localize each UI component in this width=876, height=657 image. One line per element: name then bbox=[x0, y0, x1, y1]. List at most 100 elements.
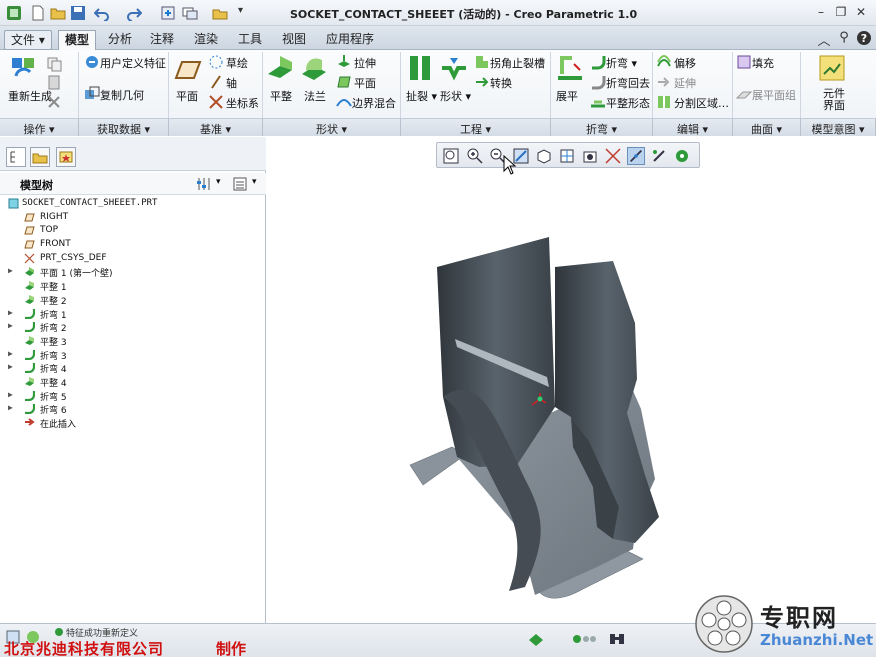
saved-orientations-icon[interactable] bbox=[558, 147, 576, 165]
tree-item[interactable]: ▶ 折弯 5 bbox=[4, 389, 262, 403]
collapse-ribbon-icon[interactable]: ︿ bbox=[816, 30, 832, 49]
expand-arrow-icon[interactable]: ▶ bbox=[8, 362, 18, 371]
group-shapes[interactable]: 形状 ▾ bbox=[263, 118, 401, 136]
tab-tools[interactable]: 工具 bbox=[232, 30, 268, 50]
surface-plane-icon[interactable] bbox=[336, 74, 352, 90]
boundary-blend-button[interactable]: 边界混合 bbox=[352, 95, 396, 111]
copy-icon[interactable] bbox=[46, 56, 62, 72]
convert-icon[interactable] bbox=[474, 74, 490, 90]
expand-arrow-icon[interactable]: ▶ bbox=[8, 308, 18, 317]
boundary-blend-icon[interactable] bbox=[336, 94, 352, 110]
tree-root-item[interactable]: SOCKET_CONTACT_SHEEET.PRT bbox=[4, 197, 262, 211]
axis-display-icon[interactable] bbox=[627, 147, 645, 165]
surface-plane-button[interactable]: 平面 bbox=[354, 75, 376, 91]
regenerate-status-icon[interactable] bbox=[527, 632, 545, 648]
group-editing[interactable]: 编辑 ▾ bbox=[653, 118, 733, 136]
form-icon[interactable] bbox=[440, 54, 468, 82]
expand-arrow-icon[interactable]: ▶ bbox=[8, 403, 18, 412]
group-operations[interactable]: 操作 ▾ bbox=[0, 118, 79, 136]
tab-view[interactable]: 视图 bbox=[276, 30, 312, 50]
tree-item[interactable]: ▶ 折弯 1 bbox=[4, 307, 262, 321]
offset-icon[interactable] bbox=[656, 54, 672, 70]
fill-icon[interactable] bbox=[736, 54, 752, 70]
help-icon[interactable]: ? bbox=[856, 30, 872, 46]
corner-relief-icon[interactable] bbox=[474, 54, 490, 70]
tree-item[interactable]: PRT_CSYS_DEF bbox=[4, 252, 262, 266]
csys-button[interactable]: 坐标系 bbox=[226, 95, 259, 111]
flat-button[interactable]: 平整 bbox=[270, 88, 292, 104]
model-tree-tab[interactable] bbox=[6, 147, 26, 167]
tree-item[interactable]: FRONT bbox=[4, 238, 262, 252]
sketch-button[interactable]: 草绘 bbox=[226, 55, 248, 71]
tree-item[interactable]: ▶ 折弯 6 bbox=[4, 402, 262, 416]
tree-item[interactable]: 平整 3 bbox=[4, 334, 262, 348]
unbend-icon[interactable] bbox=[556, 54, 584, 82]
favorites-tab[interactable] bbox=[56, 147, 76, 167]
tree-item[interactable]: ▶ 平面 1 (第一个壁) bbox=[4, 265, 262, 279]
expand-arrow-icon[interactable]: ▶ bbox=[8, 321, 18, 330]
tab-annotate[interactable]: 注释 bbox=[144, 30, 180, 50]
copy-geometry-button[interactable]: 复制几何 bbox=[100, 87, 144, 103]
split-area-button[interactable]: 分割区域… bbox=[674, 95, 729, 111]
flange-icon[interactable] bbox=[300, 54, 328, 82]
close-window-icon[interactable] bbox=[212, 5, 228, 21]
group-engineering[interactable]: 工程 ▾ bbox=[401, 118, 551, 136]
graphics-area[interactable] bbox=[267, 137, 876, 623]
tree-item[interactable]: ▶ 折弯 3 bbox=[4, 348, 262, 362]
bend-icon[interactable] bbox=[590, 54, 606, 70]
save-icon[interactable] bbox=[70, 5, 86, 21]
flat-pattern-button[interactable]: 平整形态 bbox=[606, 95, 650, 111]
view-manager-icon[interactable] bbox=[581, 147, 599, 165]
datum-display-icon[interactable] bbox=[604, 147, 622, 165]
axis-icon[interactable] bbox=[208, 74, 224, 90]
bend-back-button[interactable]: 折弯回去 bbox=[606, 75, 650, 91]
display-style-icon[interactable] bbox=[535, 147, 553, 165]
point-display-icon[interactable] bbox=[650, 147, 668, 165]
group-model-intent[interactable]: 模型意图 ▾ bbox=[801, 118, 876, 136]
fill-button[interactable]: 填充 bbox=[752, 55, 774, 71]
folder-browser-tab[interactable] bbox=[30, 147, 50, 167]
show-dropdown-icon[interactable]: ▾ bbox=[252, 177, 257, 187]
udf-icon[interactable] bbox=[84, 54, 100, 70]
tree-item[interactable]: 平整 1 bbox=[4, 279, 262, 293]
rip-button[interactable]: 扯裂 ▾ bbox=[406, 88, 437, 104]
new-file-icon[interactable] bbox=[30, 5, 46, 21]
tree-item[interactable]: 在此插入 bbox=[4, 416, 262, 430]
restore-icon[interactable]: ❐ bbox=[832, 5, 850, 21]
tab-analysis[interactable]: 分析 bbox=[102, 30, 138, 50]
sheet-metal-model[interactable] bbox=[397, 227, 817, 617]
tree-item[interactable]: 平整 4 bbox=[4, 375, 262, 389]
regenerate-icon[interactable] bbox=[10, 54, 38, 82]
refit-icon[interactable] bbox=[442, 147, 460, 165]
group-bends[interactable]: 折弯 ▾ bbox=[551, 118, 653, 136]
customize-toolbar-icon[interactable]: ▾ bbox=[238, 5, 254, 21]
convert-button[interactable]: 转换 bbox=[490, 75, 512, 91]
tab-applications[interactable]: 应用程序 bbox=[320, 30, 380, 50]
csys-display-icon[interactable] bbox=[673, 147, 691, 165]
group-datum[interactable]: 基准 ▾ bbox=[169, 118, 263, 136]
close-icon[interactable]: ✕ bbox=[852, 5, 870, 21]
unbend-button[interactable]: 展平 bbox=[556, 88, 578, 104]
split-area-icon[interactable] bbox=[656, 94, 672, 110]
tree-item[interactable]: ▶ 折弯 2 bbox=[4, 320, 262, 334]
open-folder-icon[interactable] bbox=[50, 5, 66, 21]
group-get-data[interactable]: 获取数据 ▾ bbox=[79, 118, 169, 136]
tree-item[interactable]: RIGHT bbox=[4, 211, 262, 225]
flat-quilt-icon[interactable] bbox=[736, 86, 752, 102]
component-interface-button[interactable]: 元件界面 bbox=[820, 88, 848, 112]
extrude-icon[interactable] bbox=[336, 54, 352, 70]
extend-icon[interactable] bbox=[656, 74, 672, 90]
paste-icon[interactable] bbox=[46, 74, 62, 90]
udf-button[interactable]: 用户定义特征 bbox=[100, 55, 166, 71]
filter-status-icon[interactable] bbox=[572, 632, 598, 646]
group-surfaces[interactable]: 曲面 ▾ bbox=[733, 118, 801, 136]
bend-back-icon[interactable] bbox=[590, 74, 606, 90]
flat-wall-icon[interactable] bbox=[266, 54, 294, 82]
flange-button[interactable]: 法兰 bbox=[304, 88, 326, 104]
flat-quilt-button[interactable]: 展平面组 bbox=[752, 87, 796, 103]
search-icon[interactable]: ⚲ bbox=[836, 30, 852, 46]
offset-button[interactable]: 偏移 bbox=[674, 55, 696, 71]
zoom-in-icon[interactable] bbox=[466, 147, 484, 165]
find-icon[interactable] bbox=[608, 631, 626, 647]
show-icon[interactable] bbox=[232, 176, 248, 192]
